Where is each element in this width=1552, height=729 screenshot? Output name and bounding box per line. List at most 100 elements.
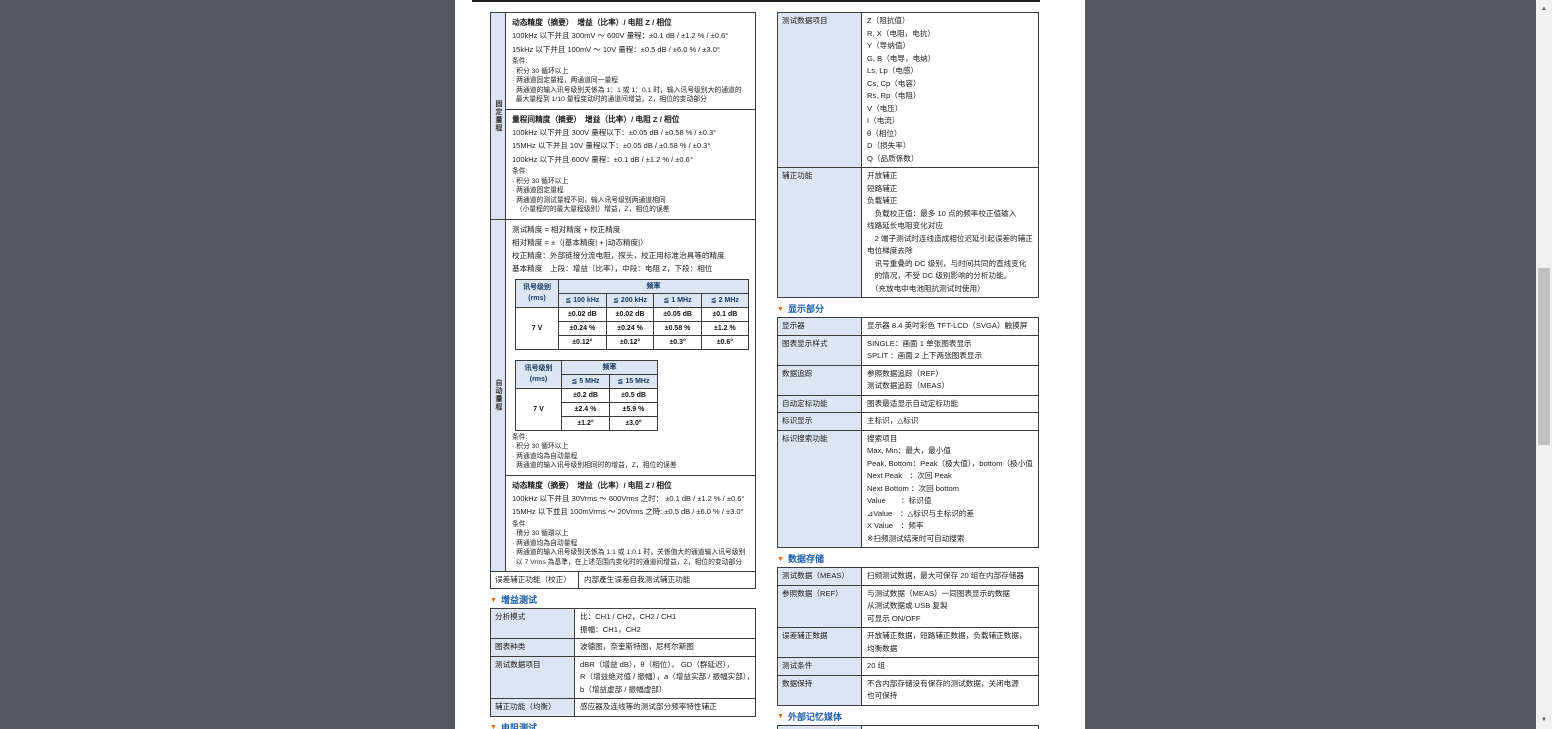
table-row: 图表种类波德图，奈奎斯特图，尼柯尔斯图 (491, 638, 755, 656)
scroll-up-button[interactable]: ▲ (1536, 3, 1552, 15)
text-line: · 积分 30 循环以上 (512, 67, 749, 77)
text-line: 100kHz 以下并且 30Vrms ～ 600Vrms 之时： ±0.1 dB… (512, 492, 749, 506)
row-value: SINGLE：画面 1 单张图表显示SPLIT ：画面 2 上下两张图表显示 (862, 336, 1038, 365)
value-line: 短路辅正 (867, 183, 1033, 196)
table-row: 辅正功能（均衡）感应器及连线等的测试部分频率特性辅正 (491, 698, 755, 716)
value-cell: ±0.58 % (654, 321, 701, 335)
row-label: 标识搜索功能 (778, 431, 862, 548)
text-line: · 积分 30 循环以上 (512, 442, 749, 452)
row-value: 扫频测试数据，最大可保存 20 组在内部存储器 (862, 568, 1038, 585)
text-line: 以 7 Vrms 為基準，在上述范围内变化时的通道间增益，Z，相位的变动部分 (512, 558, 749, 568)
value-line: Value ：标识值 (867, 495, 1033, 508)
text-line: · 两通道固定量程，两通道同一量程 (512, 76, 749, 86)
block-title: 动态精度（摘要） 增益（比率）/ 电阻 Z / 相位 (512, 16, 749, 29)
row-value: 开放辅正短路辅正负载辅正 负载校正值：最多 10 点的频率校正值输入线路延长电阻… (862, 168, 1038, 297)
value-line: ※扫频测试结束时可自动搜索 (867, 533, 1033, 546)
basic-accuracy-table-low: 讯号级别(rms) 频率 ≦ 100 kHz ≦ 200 kHz ≦ 1 MHz… (515, 279, 749, 350)
basic-accuracy-table-high: 讯号级别(rms) 频率 ≦ 5 MHz ≦ 15 MHz 7 V ±0.2 d… (515, 360, 658, 431)
text-line: · 两通道的测试量程不同，输入讯号级别两通道相同 (512, 196, 749, 206)
value-line: Rs, Rp（电阻） (867, 90, 1033, 103)
value-cell: ±2.4 % (562, 402, 610, 416)
row-label: 媒体 (778, 726, 862, 729)
table-row: 标识显示主标识，△标识 (778, 412, 1038, 430)
inter-range-accuracy-block: 量程间精度（摘要） 增益（比率）/ 电阻 Z / 相位 100kHz 以下并且 … (506, 109, 755, 219)
value-line: 线路延长电阻变化对应 (867, 220, 1033, 233)
section-title: 数据存储 (788, 554, 824, 565)
table-row: 数据保持不含内部存储没有保存的测试数据，关闭电源也可保持 (778, 675, 1038, 705)
value-line: 均衡数据 (867, 643, 1033, 656)
value-line: SPLIT ：画面 2 上下两张图表显示 (867, 350, 1033, 363)
row-value: 内部產生误差自我测试辅正功能 (579, 572, 755, 588)
text-line: · 两通道固定量程 (512, 186, 749, 196)
row-value: 开放辅正数据，短路辅正数据，负载辅正数据，均衡数据 (862, 628, 1038, 657)
table-row: 测试数据（MEAS）扫频测试数据，最大可保存 20 组在内部存储器 (778, 568, 1038, 585)
value-line: R（增益绝对值 / 振幅），a（增益实部 / 振幅实部）， (580, 671, 750, 684)
row-value: 主标识，△标识 (862, 413, 1038, 430)
scroll-down-button[interactable]: ▼ (1536, 714, 1552, 726)
text-line: 基本精度 上段：增益（比率），中段：电阻 Z，下段：相位 (512, 262, 749, 275)
auto-dynamic-accuracy-block: 动态精度（摘要） 增益（比率）/ 电阻 Z / 相位 100kHz 以下并且 3… (506, 475, 755, 572)
table-row: 辅正功能开放辅正短路辅正负载辅正 负载校正值：最多 10 点的频率校正值输入线路… (778, 167, 1038, 297)
gain-row: 7 V ±0.2 dB ±0.5 dB (516, 388, 658, 402)
value-line: 比：CH1 / CH2，CH2 / CH1 (580, 611, 750, 624)
value-line: 讯号重叠的 DC 级别，与时间共同的直线变化 (867, 258, 1033, 271)
row-label: 测试数据项目 (778, 13, 862, 167)
row-value: 20 组 (862, 658, 1038, 675)
section-header-display: ▼ 显示部分 (777, 304, 1039, 315)
row-label: 测试数据项目 (491, 657, 575, 699)
display-table: 显示器显示器 8.4 英吋彩色 TFT-LCD（SVGA）触摸屏图表显示样式SI… (777, 317, 1039, 548)
row-value: 不含内部存储没有保存的测试数据，关闭电源也可保持 (862, 676, 1038, 705)
vertical-scrollbar[interactable]: ▲ ▼ (1536, 0, 1552, 729)
signal-level-header: 讯号级别(rms) (516, 279, 559, 307)
table-row: 测试数据项目dBR（增益 dB），θ（相位）， GD（群延迟），R（增益绝对值 … (491, 656, 755, 699)
value-line: 搜索项目 (867, 433, 1033, 446)
gain-test-table: 分析模式比：CH1 / CH2，CH2 / CH1振幅：CH1，CH2图表种类波… (490, 608, 756, 717)
value-cell: ±0.5 dB (610, 388, 658, 402)
row-label: 分析模式 (491, 609, 575, 638)
signal-level-value: 7 V (516, 307, 559, 349)
row-label: 自动定标功能 (778, 396, 862, 413)
value-line: Ls, Lp（电感） (867, 65, 1033, 78)
document-page: 固定量程 动态精度（摘要） 增益（比率）/ 电阻 Z / 相位 100kHz 以… (455, 0, 1085, 729)
section-title: 增益测试 (501, 595, 537, 606)
auto-range-label: 自动量程 (491, 220, 506, 572)
scrollbar-thumb[interactable] (1538, 268, 1550, 445)
text-line: 相对精度 = ±（|基本精度| + |动态精度|） (512, 236, 749, 249)
row-label: 辅正功能 (778, 168, 862, 297)
signal-level-text: 讯号级别 (525, 365, 553, 372)
section-header-resistance-test: ▼ 电阻测试 (490, 723, 756, 729)
section-header-external-media: ▼ 外部记忆媒体 (777, 712, 1039, 723)
row-label: 参照数据（REF） (778, 586, 862, 628)
row-label: 图表种类 (491, 639, 575, 656)
value-line: 负载校正值：最多 10 点的频率校正值输入 (867, 208, 1033, 221)
gain-row: 7 V ±0.02 dB ±0.02 dB ±0.05 dB ±0.1 dB (516, 307, 749, 321)
value-line: 主标识，△标识 (867, 415, 1033, 428)
spec-lines: 100kHz 以下并且 300V 量程以下：±0.05 dB / ±0.58 %… (512, 126, 749, 167)
text-line: 校正精度：外部链接分流电阻，探头，校正用标准治具等的精度 (512, 249, 749, 262)
test-data-items-table: 测试数据项目Z（阻抗值）R, X（电阻，电抗）Y（导纳值）G, B（电导，电纳）… (777, 12, 1039, 298)
spec-lines: 100kHz 以下并且 300mV ～ 600V 量程：±0.1 dB / ±1… (512, 29, 749, 56)
text-line: 100kHz 以下并且 300V 量程以下：±0.05 dB / ±0.58 %… (512, 126, 749, 140)
table-row: 标识搜索功能搜索项目Max, Min：最大，最小值Peak, Bottom：Pe… (778, 430, 1038, 548)
value-line: 显示器 8.4 英吋彩色 TFT-LCD（SVGA）触摸屏 (867, 320, 1033, 333)
text-line: · 两通道均為自动量程 (512, 539, 749, 549)
auto-range-row: 自动量程 测试精度 = 相对精度 + 校正精度相对精度 = ±（|基本精度| +… (491, 219, 755, 572)
value-line: SINGLE：画面 1 单张图表显示 (867, 338, 1033, 351)
value-line: 振幅：CH1，CH2 (580, 624, 750, 637)
value-cell: ±0.02 dB (559, 307, 607, 321)
row-value: dBR（增益 dB），θ（相位）， GD（群延迟），R（增益绝对值 / 振幅），… (575, 657, 755, 699)
text-line: · 积分 30 循环以上 (512, 177, 749, 187)
value-line: dBR（增益 dB），θ（相位）， GD（群延迟）， (580, 659, 750, 672)
section-marker-icon: ▼ (490, 596, 497, 606)
signal-level-unit: (rms) (530, 376, 548, 383)
signal-level-text: 讯号级别 (523, 284, 551, 291)
value-cell: ±0.24 % (606, 321, 654, 335)
value-cell: ±0.1 dB (701, 307, 748, 321)
value-line: 不含内部存储没有保存的测试数据，关闭电源 (867, 678, 1033, 691)
value-cell: ±0.3° (654, 335, 701, 349)
left-column: 固定量程 动态精度（摘要） 增益（比率）/ 电阻 Z / 相位 100kHz 以… (490, 12, 756, 729)
table-row: 媒体USB (778, 726, 1038, 729)
row-label: 标识显示 (778, 413, 862, 430)
value-line: 可显示 ON/OFF (867, 613, 1033, 626)
value-cell: ±0.12° (559, 335, 607, 349)
